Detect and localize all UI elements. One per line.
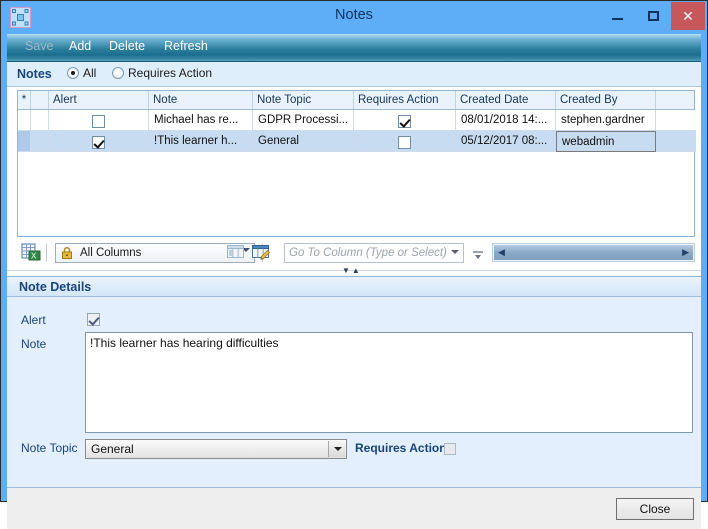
alert-label: Alert [21,313,46,327]
scroll-left-icon[interactable]: ◀ [498,248,505,257]
close-window-button[interactable]: ✕ [671,2,705,30]
notes-window: Notes ✕ Save Add Delete Refresh Notes Al… [0,0,708,529]
requires-action-checkbox[interactable] [444,443,456,455]
grid-col-star-spacer[interactable] [31,91,49,109]
table-row[interactable]: Michael has re... GDPR Processi... 08/01… [18,110,696,131]
notes-filter-label: Notes [17,67,52,81]
requires-action-checkbox[interactable] [398,114,411,128]
title-bar: Notes ✕ [1,1,707,34]
cell-note[interactable]: !This learner h... [149,131,253,152]
row-star-cell[interactable] [31,110,49,131]
toolbar-separator-1 [46,244,47,262]
notes-filter-bar: Notes All Requires Action [7,62,701,87]
refresh-button[interactable]: Refresh [164,39,208,53]
table-row[interactable]: !This learner h... General 05/12/2017 08… [18,131,696,152]
radio-requires-action-label: Requires Action [128,66,213,80]
column-layout-icon[interactable] [224,242,248,264]
note-textarea-value: !This learner has hearing difficulties [90,336,279,350]
minimize-icon [612,18,623,20]
maximize-icon [648,11,659,21]
note-topic-label: Note Topic [21,441,78,455]
delete-button[interactable]: Delete [109,39,145,53]
close-icon: ✕ [682,8,694,24]
cell-note-topic[interactable]: GDPR Processi... [253,110,354,131]
grid-col-created-by[interactable]: Created By [556,91,656,109]
requires-action-label: Requires Action [355,441,447,455]
dialog-footer: Close [7,487,701,529]
grid-col-note[interactable]: Note [149,91,253,109]
grid-col-note-topic[interactable]: Note Topic [253,91,354,109]
notes-grid[interactable]: * Alert Note Note Topic Requires Action … [17,90,696,237]
radio-requires-action-icon [112,67,124,79]
goto-column-placeholder: Go To Column (Type or Select) [289,247,447,259]
pane-splitter[interactable]: ▼▲ [7,266,701,277]
grid-horizontal-scrollbar[interactable]: ◀ ▶ [492,243,695,262]
row-indicator [18,131,31,152]
command-toolbar: Save Add Delete Refresh [7,34,701,62]
note-label: Note [21,337,47,351]
close-button[interactable]: Close [616,498,694,520]
note-details-header: Note Details [7,277,701,297]
note-topic-value: General [91,442,134,456]
cell-note[interactable]: Michael has re... [149,110,253,131]
grid-col-rowindicator[interactable]: * [18,91,31,109]
save-button[interactable]: Save [25,39,54,53]
scrollbar-thumb[interactable] [494,245,693,260]
export-to-excel-icon[interactable]: X [19,242,43,264]
radio-all-icon [67,67,79,79]
cell-requires-action[interactable] [354,131,456,152]
cell-alert[interactable] [49,110,149,131]
cell-created-date[interactable]: 05/12/2017 08:... [456,131,556,152]
edit-column-layout-icon[interactable] [249,242,273,264]
note-topic-select[interactable]: General [85,439,347,459]
svg-text:X: X [31,252,37,261]
cell-created-date[interactable]: 08/01/2018 14:... [456,110,556,131]
columns-filter-value: All Columns [80,247,142,259]
radio-all-label: All [83,66,97,80]
chevron-down-icon [451,250,459,254]
grid-header-row: * Alert Note Note Topic Requires Action … [18,91,694,110]
cell-requires-action[interactable] [354,110,456,131]
alert-checkbox[interactable] [87,313,100,326]
note-details-pane: Note Details Alert Note !This learner ha… [7,277,701,487]
radio-all[interactable]: All [67,66,96,80]
note-details-title: Note Details [19,280,92,294]
grid-col-created-date[interactable]: Created Date [456,91,556,109]
row-indicator [18,110,31,131]
grid-col-filler [656,91,696,109]
row-star-cell[interactable] [31,131,49,152]
cell-note-topic[interactable]: General [253,131,354,152]
cell-alert[interactable] [49,131,149,152]
alert-checkbox[interactable] [92,135,105,149]
cell-created-by[interactable]: webadmin [556,131,656,152]
note-textarea[interactable]: !This learner has hearing difficulties [85,332,693,433]
requires-action-checkbox[interactable] [398,135,411,149]
goto-column-combo[interactable]: Go To Column (Type or Select) [284,243,464,263]
cell-created-by[interactable]: stephen.gardner [556,110,656,131]
radio-requires-action[interactable]: Requires Action [112,66,212,80]
client-area: Save Add Delete Refresh Notes All Requir… [7,34,701,529]
cell-filler [656,110,696,131]
chevron-down-icon[interactable] [328,441,345,457]
alert-checkbox[interactable] [92,114,105,128]
grid-col-alert[interactable]: Alert [49,91,149,109]
scroll-right-icon[interactable]: ▶ [682,248,689,257]
minimize-button[interactable] [599,2,635,30]
maximize-button[interactable] [635,2,671,30]
lock-icon [60,246,74,263]
add-button[interactable]: Add [69,39,91,53]
cell-filler [656,131,696,152]
grid-toolbar: X All Columns Go To Column (Type or Sele… [17,240,695,268]
splitter-grip-icon: ▼▲ [342,266,362,275]
grid-col-requires-action[interactable]: Requires Action [354,91,456,109]
split-handle[interactable] [472,245,484,263]
